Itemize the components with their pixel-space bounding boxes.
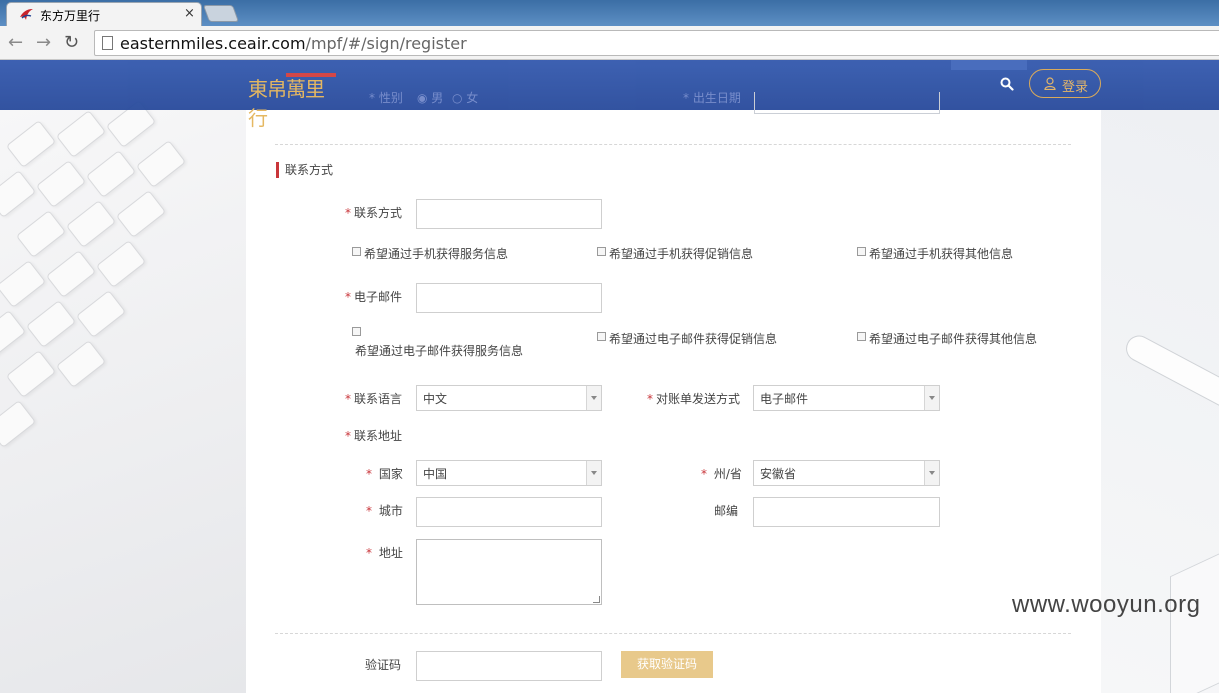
statement-delivery-value: 电子邮件 xyxy=(760,392,809,406)
browser-tab[interactable]: 东方万里行 × xyxy=(6,2,202,26)
email-service-checkbox[interactable]: 希望通过电子邮件获得服务信息 xyxy=(352,325,552,361)
city-label: * 城市 xyxy=(366,504,403,518)
zip-label: 邮编 xyxy=(714,504,739,518)
province-label: * 州/省 xyxy=(701,467,742,481)
url-path: /mpf/#/sign/register xyxy=(305,34,467,53)
header-tab-strip xyxy=(951,60,1027,70)
province-select[interactable]: 安徽省 xyxy=(753,460,940,486)
birth-date-input-obscured xyxy=(754,92,940,114)
section-title-contact: 联系方式 xyxy=(276,162,333,178)
city-input[interactable] xyxy=(416,497,602,527)
street-address-label: * 地址 xyxy=(366,546,403,560)
birth-date-label-obscured: * 出生日期 xyxy=(683,91,741,105)
site-header: 東帛萬里行 * 性别 ◉ 男 ○ 女 * 出生日期 登录 xyxy=(0,60,1219,130)
zip-input[interactable] xyxy=(753,497,940,527)
watermark: www.wooyun.org xyxy=(1012,591,1201,618)
statement-delivery-label: * 对账单发送方式 xyxy=(647,392,741,406)
captcha-label: 验证码 xyxy=(365,658,402,672)
china-eastern-logo-icon xyxy=(20,9,33,20)
gender-label-obscured: * 性别 xyxy=(369,91,403,105)
browser-toolbar: ← → ↻ easternmiles.ceair.com/mpf/#/sign/… xyxy=(0,26,1219,60)
search-icon[interactable] xyxy=(1000,77,1014,91)
captcha-input[interactable] xyxy=(416,651,602,681)
get-captcha-button[interactable]: 获取验证码 xyxy=(621,651,713,678)
statement-delivery-select[interactable]: 电子邮件 xyxy=(753,385,940,411)
country-select-value: 中国 xyxy=(423,467,448,481)
keyboard-background-image xyxy=(0,100,246,693)
email-input[interactable] xyxy=(416,283,602,313)
gender-female-radio-obscured: ○ 女 xyxy=(452,91,479,105)
address-bar[interactable]: easternmiles.ceair.com/mpf/#/sign/regist… xyxy=(94,30,1219,56)
gender-male-radio-obscured: ◉ 男 xyxy=(417,91,444,105)
url-text[interactable]: easternmiles.ceair.com/mpf/#/sign/regist… xyxy=(120,34,467,53)
divider xyxy=(275,144,1071,145)
language-select-value: 中文 xyxy=(423,392,448,406)
contact-method-label: * 联系方式 xyxy=(345,206,403,220)
new-tab-button[interactable] xyxy=(202,5,240,22)
forward-arrow-icon[interactable]: → xyxy=(36,32,51,53)
tab-title: 东方万里行 xyxy=(40,9,101,23)
street-address-textarea[interactable] xyxy=(416,539,602,605)
back-arrow-icon[interactable]: ← xyxy=(8,32,23,53)
logo-text: 東帛萬里行 xyxy=(248,77,325,130)
country-select[interactable]: 中国 xyxy=(416,460,602,486)
reload-icon[interactable]: ↻ xyxy=(64,32,79,53)
contact-method-input[interactable] xyxy=(416,199,602,229)
chevron-down-icon xyxy=(586,386,601,410)
tab-close-icon[interactable]: × xyxy=(184,6,195,21)
email-label: * 电子邮件 xyxy=(345,290,403,304)
chevron-down-icon xyxy=(586,461,601,485)
chevron-down-icon xyxy=(924,461,939,485)
user-icon xyxy=(1044,77,1056,90)
country-label: * 国家 xyxy=(366,467,403,481)
page-icon xyxy=(102,36,113,50)
login-button[interactable]: 登录 xyxy=(1029,69,1101,98)
eastern-miles-logo[interactable]: 東帛萬里行 xyxy=(248,70,338,130)
browser-tab-bar: 东方万里行 × xyxy=(0,0,1219,26)
address-group-label: * 联系地址 xyxy=(345,429,403,443)
language-label: * 联系语言 xyxy=(345,392,403,406)
page-viewport: 联系方式 * 联系方式 希望通过手机获得服务信息 希望通过手机获得促销信息 希望通… xyxy=(0,60,1219,693)
login-label: 登录 xyxy=(1062,80,1089,95)
province-select-value: 安徽省 xyxy=(760,467,797,481)
registration-form-card: 联系方式 * 联系方式 希望通过手机获得服务信息 希望通过手机获得促销信息 希望通… xyxy=(246,110,1101,693)
language-select[interactable]: 中文 xyxy=(416,385,602,411)
resize-handle-icon[interactable] xyxy=(593,596,600,603)
divider xyxy=(275,633,1071,634)
url-host: easternmiles.ceair.com xyxy=(120,34,306,53)
chevron-down-icon xyxy=(924,386,939,410)
